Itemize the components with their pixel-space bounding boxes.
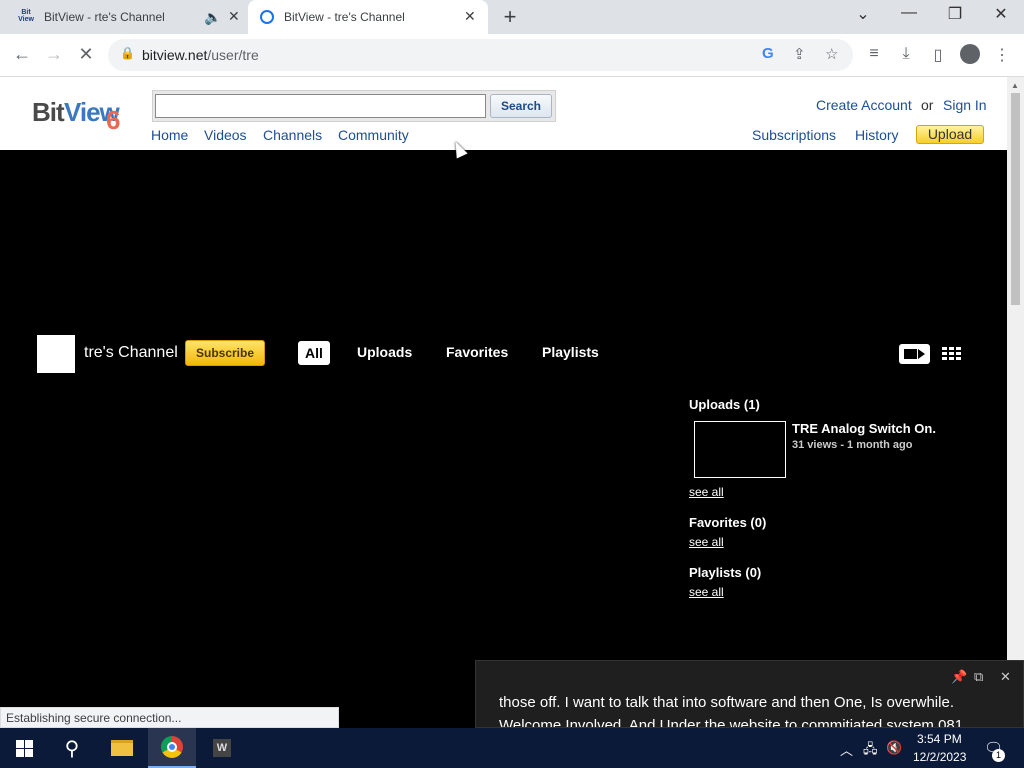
channel-tab-all[interactable]: All (298, 341, 330, 365)
tab-title: BitView - rte's Channel (44, 10, 165, 24)
word-icon: W (213, 739, 231, 757)
chrome-icon (161, 736, 183, 758)
media-control-icon[interactable]: ≡ (864, 45, 884, 63)
uploads-heading[interactable]: Uploads (1) (689, 397, 760, 412)
bookmark-star-icon[interactable]: ☆ (825, 45, 838, 63)
nav-videos[interactable]: Videos (204, 127, 247, 143)
loading-icon (260, 10, 274, 24)
tab-tre-channel[interactable]: BitView - tre's Channel (248, 0, 488, 34)
clock-time[interactable]: 3:54 PM (917, 732, 962, 746)
bitview-favicon-icon: Bit View (18, 9, 34, 23)
volume-muted-icon[interactable]: 🔇 (886, 740, 902, 756)
menu-icon[interactable]: ⋮ (992, 45, 1012, 65)
forward-icon[interactable]: → (42, 44, 66, 65)
url-text[interactable]: bitview.net/user/tre (142, 47, 259, 63)
tab-close-icon[interactable]: ✕ (228, 8, 240, 25)
tab-title: BitView - tre's Channel (284, 10, 405, 24)
subscriptions-link[interactable]: Subscriptions (752, 127, 836, 143)
show-hidden-icons-icon[interactable]: ︿ (840, 740, 853, 759)
stop-icon[interactable]: ✕ (74, 44, 98, 65)
browser-toolbar: ← → ✕ 🔒 bitview.net/user/tre G ⇪ ☆ ≡ ⤓ ▯… (0, 34, 1024, 77)
taskbar-search-button[interactable]: ⚲ (48, 728, 96, 768)
chrome-taskbar-button[interactable] (148, 728, 196, 768)
clock-date[interactable]: 12/2/2023 (913, 750, 966, 764)
side-panel-icon[interactable]: ▯ (928, 45, 948, 65)
share-icon[interactable]: ⇪ (793, 45, 806, 63)
channel-avatar[interactable] (37, 335, 75, 373)
search-input[interactable] (155, 94, 486, 118)
minimize-icon[interactable]: — (897, 4, 921, 22)
video-title[interactable]: TRE Analog Switch On. (792, 421, 936, 436)
download-icon[interactable]: ⤓ (896, 45, 916, 63)
bitview-logo[interactable]: Bit View 6 (32, 91, 128, 135)
network-icon[interactable]: 🖧 (863, 740, 878, 762)
close-caption-icon[interactable]: ✕ (1000, 669, 1011, 685)
nav-channels[interactable]: Channels (263, 127, 322, 143)
caption-text: those off. I want to talk that into soft… (499, 694, 954, 711)
google-lens-icon[interactable]: G (762, 45, 774, 62)
video-view-icon[interactable] (899, 344, 930, 364)
scroll-up-icon[interactable]: ▲ (1011, 81, 1019, 90)
back-icon[interactable]: ← (10, 44, 34, 65)
browser-tab-bar: Bit View BitView - rte's Channel 🔈 ✕ BitV… (0, 0, 1024, 34)
video-meta: 31 views - 1 month ago (792, 439, 913, 451)
search-bar: Search (152, 90, 556, 122)
start-button[interactable] (0, 728, 48, 768)
tab-audio-icon[interactable]: 🔈 (204, 9, 221, 26)
favorites-heading[interactable]: Favorites (0) (689, 515, 766, 530)
caption-text: Welcome Involved. And Under the website … (499, 717, 964, 728)
search-button[interactable]: Search (490, 94, 552, 118)
search-icon: ⚲ (64, 737, 80, 760)
nav-home[interactable]: Home (151, 127, 188, 143)
address-bar[interactable]: 🔒 bitview.net/user/tre G ⇪ ☆ (108, 39, 853, 71)
expand-icon[interactable]: ⧉ (974, 669, 983, 685)
history-link[interactable]: History (855, 127, 899, 143)
grid-view-icon[interactable] (942, 347, 962, 361)
scroll-thumb[interactable] (1011, 93, 1020, 305)
folder-icon (111, 740, 133, 756)
channel-tab-playlists[interactable]: Playlists (542, 344, 599, 360)
uploads-see-all-link[interactable]: see all (689, 485, 724, 499)
notification-badge: 1 (992, 749, 1005, 762)
tab-close-icon[interactable]: ✕ (464, 8, 476, 25)
new-tab-button[interactable]: + (498, 4, 522, 30)
upload-button[interactable]: Upload (916, 125, 984, 144)
word-taskbar-button[interactable]: W (198, 728, 246, 768)
playlists-heading[interactable]: Playlists (0) (689, 565, 761, 580)
playlists-see-all-link[interactable]: see all (689, 585, 724, 599)
favorites-see-all-link[interactable]: see all (689, 535, 724, 549)
status-bubble: Establishing secure connection... (0, 707, 339, 728)
pin-icon[interactable]: 📌 (951, 669, 967, 685)
live-caption-panel: 📌 ⧉ ✕ those off. I want to talk that int… (475, 660, 1024, 728)
subscribe-button[interactable]: Subscribe (185, 340, 265, 366)
video-thumbnail[interactable] (694, 421, 786, 478)
close-window-icon[interactable]: ✕ (989, 4, 1013, 24)
sign-in-link[interactable]: Sign In (943, 97, 987, 113)
site-header: Bit View 6 Search Home Videos Channels C… (0, 77, 1007, 150)
windows-logo-icon (15, 739, 33, 757)
create-account-link[interactable]: Create Account (816, 97, 912, 113)
tab-search-icon[interactable]: ⌄ (851, 4, 875, 24)
file-explorer-button[interactable] (98, 728, 146, 768)
maximize-icon[interactable]: ❐ (943, 4, 967, 24)
channel-banner (0, 150, 1007, 325)
or-text: or (921, 97, 934, 113)
windows-taskbar: ⚲ W ︿ 🖧 🔇 3:54 PM 12/2/2023 🗨 1 (0, 728, 1024, 768)
nav-community[interactable]: Community (338, 127, 409, 143)
channel-tab-favorites[interactable]: Favorites (446, 344, 508, 360)
channel-tab-uploads[interactable]: Uploads (357, 344, 412, 360)
page-scrollbar[interactable]: ▲ (1007, 77, 1024, 728)
profile-avatar-icon[interactable] (960, 44, 980, 64)
lock-icon[interactable]: 🔒 (120, 46, 135, 60)
channel-name[interactable]: tre's Channel (84, 344, 178, 362)
